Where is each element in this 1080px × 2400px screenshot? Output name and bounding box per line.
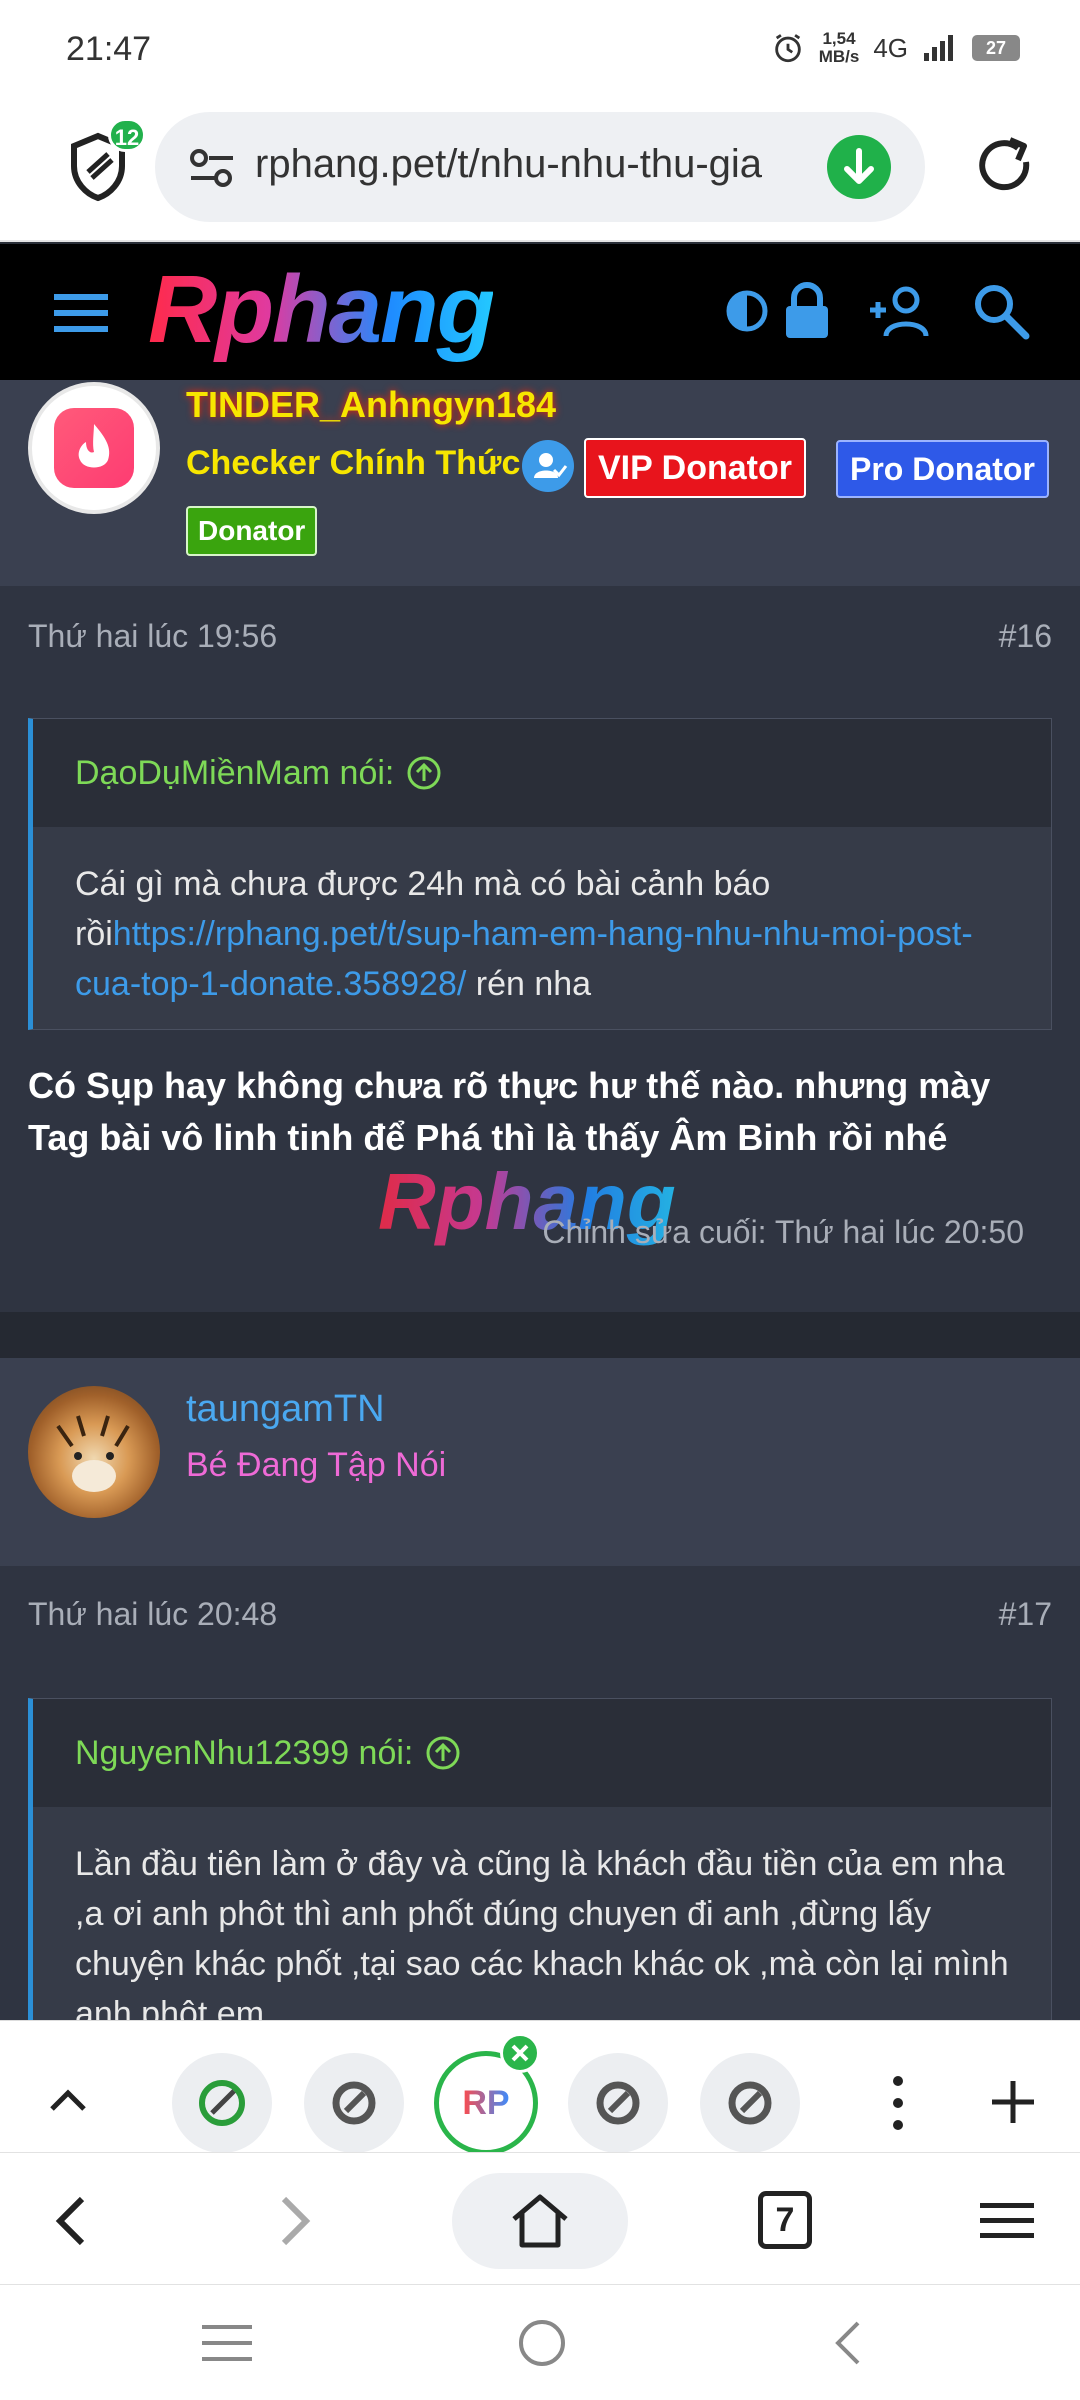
close-tab-button[interactable] — [500, 2033, 540, 2073]
url-text[interactable]: rphang.pet/t/nhu-nhu-thu-gia — [255, 142, 815, 187]
quote-text: Cái gì mà chưa được 24h mà có bài cảnh b… — [75, 865, 973, 1003]
user-title: Bé Đang Tập Nói — [186, 1446, 447, 1484]
clock: 21:47 — [66, 30, 152, 68]
tab-thumb[interactable] — [172, 2053, 272, 2153]
user-title: Checker Chính Thức — [186, 444, 521, 482]
browser-icon — [728, 2081, 772, 2125]
tab-thumb[interactable] — [568, 2053, 668, 2153]
arrow-up-circle-icon[interactable] — [425, 1735, 461, 1771]
system-back-icon[interactable] — [826, 2317, 870, 2369]
pro-donator-badge: Pro Donator — [836, 440, 1049, 498]
post-body: Thứ hai lúc 20:48 #17 NguyenNhu12399 nói… — [0, 1566, 1080, 2020]
blocked-count-badge: 12 — [108, 118, 146, 152]
quote-header[interactable]: NguyenNhu12399 nói: — [33, 1699, 1051, 1807]
status-bar: 21:47 1,54 MB/s 4G 27 — [0, 0, 1080, 100]
register-icon[interactable] — [866, 276, 936, 346]
vip-donator-badge: VIP Donator — [584, 438, 806, 498]
recents-icon[interactable] — [200, 2319, 256, 2367]
download-button[interactable] — [827, 135, 891, 199]
search-icon[interactable] — [966, 276, 1036, 346]
network-type: 4G — [873, 32, 908, 63]
home-circle-icon[interactable] — [514, 2315, 570, 2371]
tab-thumb[interactable] — [304, 2053, 404, 2153]
post-user-header: taungamTN Bé Đang Tập Nói — [0, 1358, 1080, 1566]
post-user-header: TINDER_Anhngyn184 Checker Chính Thức VIP… — [0, 380, 1080, 586]
reload-icon[interactable] — [970, 132, 1040, 202]
browser-toolbar: 12 rphang.pet/t/nhu-nhu-thu-gia — [0, 100, 1080, 242]
post-date[interactable]: Thứ hai lúc 19:56 — [28, 618, 277, 655]
arrow-up-circle-icon[interactable] — [406, 755, 442, 791]
post-separator — [0, 1312, 1080, 1358]
lock-icon[interactable] — [772, 276, 842, 346]
forward-icon[interactable] — [272, 2193, 318, 2249]
quote-header[interactable]: DạoDụMiềnMam nói: — [33, 719, 1051, 827]
browser-icon — [596, 2081, 640, 2125]
verified-icon — [522, 440, 574, 492]
site-logo[interactable]: Rphang — [148, 260, 495, 360]
quote-text: Lần đầu tiên làm ở đây và cũng là khách … — [75, 1845, 1009, 2020]
post-body: Thứ hai lúc 19:56 #16 DạoDụMiềnMam nói: … — [0, 586, 1080, 1312]
new-tab-icon[interactable] — [988, 2077, 1038, 2127]
url-bar[interactable]: rphang.pet/t/nhu-nhu-thu-gia — [155, 112, 925, 222]
browser-nav-bar: 7 — [0, 2152, 1080, 2284]
username[interactable]: TINDER_Anhngyn184 — [186, 384, 556, 426]
back-icon[interactable] — [48, 2193, 94, 2249]
more-vertical-icon[interactable] — [876, 2073, 920, 2133]
site-header: Rphang — [0, 244, 1080, 380]
post-number[interactable]: #17 — [999, 1596, 1052, 1633]
system-nav-bar — [0, 2284, 1080, 2400]
home-icon — [512, 2194, 568, 2248]
tab-count-button[interactable]: 7 — [758, 2191, 812, 2249]
post-date[interactable]: Thứ hai lúc 20:48 — [28, 1596, 277, 1633]
network-speed: 1,54 MB/s — [818, 29, 860, 66]
chevron-up-icon[interactable] — [44, 2081, 92, 2117]
home-button[interactable] — [452, 2173, 628, 2269]
browser-icon — [332, 2081, 376, 2125]
quote-author[interactable]: NguyenNhu12399 nói: — [75, 1699, 413, 1807]
tab-thumb[interactable] — [700, 2053, 800, 2153]
close-icon — [511, 2044, 529, 2062]
post-message: Có Sụp hay không chưa rõ thực hư thế nào… — [28, 1065, 991, 1158]
tinder-logo-icon — [54, 408, 134, 488]
post-number[interactable]: #16 — [999, 618, 1052, 655]
avatar[interactable] — [28, 382, 160, 514]
quote-author[interactable]: DạoDụMiềnMam nói: — [75, 719, 394, 827]
alarm-icon — [774, 34, 801, 63]
hamburger-menu-icon[interactable] — [978, 2197, 1036, 2245]
quote-block: DạoDụMiềnMam nói: Cái gì mà chưa được 24… — [28, 718, 1052, 1030]
avatar[interactable] — [28, 1386, 160, 1518]
quote-block: NguyenNhu12399 nói: Lần đầu tiên làm ở đ… — [28, 1698, 1052, 2020]
donator-badge: Donator — [186, 506, 318, 556]
username[interactable]: taungamTN — [186, 1388, 385, 1431]
edited-note: Chỉnh sửa cuối: Thứ hai lúc 20:50 — [542, 1214, 1024, 1250]
battery-indicator: 27 — [972, 35, 1020, 61]
tab-strip: RP — [0, 2020, 1080, 2155]
tiger-photo-icon — [56, 1415, 130, 1492]
menu-icon[interactable] — [52, 290, 112, 336]
signal-icon — [924, 35, 953, 61]
leaf-icon — [199, 2080, 245, 2126]
download-arrow-icon — [844, 148, 874, 184]
site-settings-icon[interactable] — [189, 148, 235, 188]
